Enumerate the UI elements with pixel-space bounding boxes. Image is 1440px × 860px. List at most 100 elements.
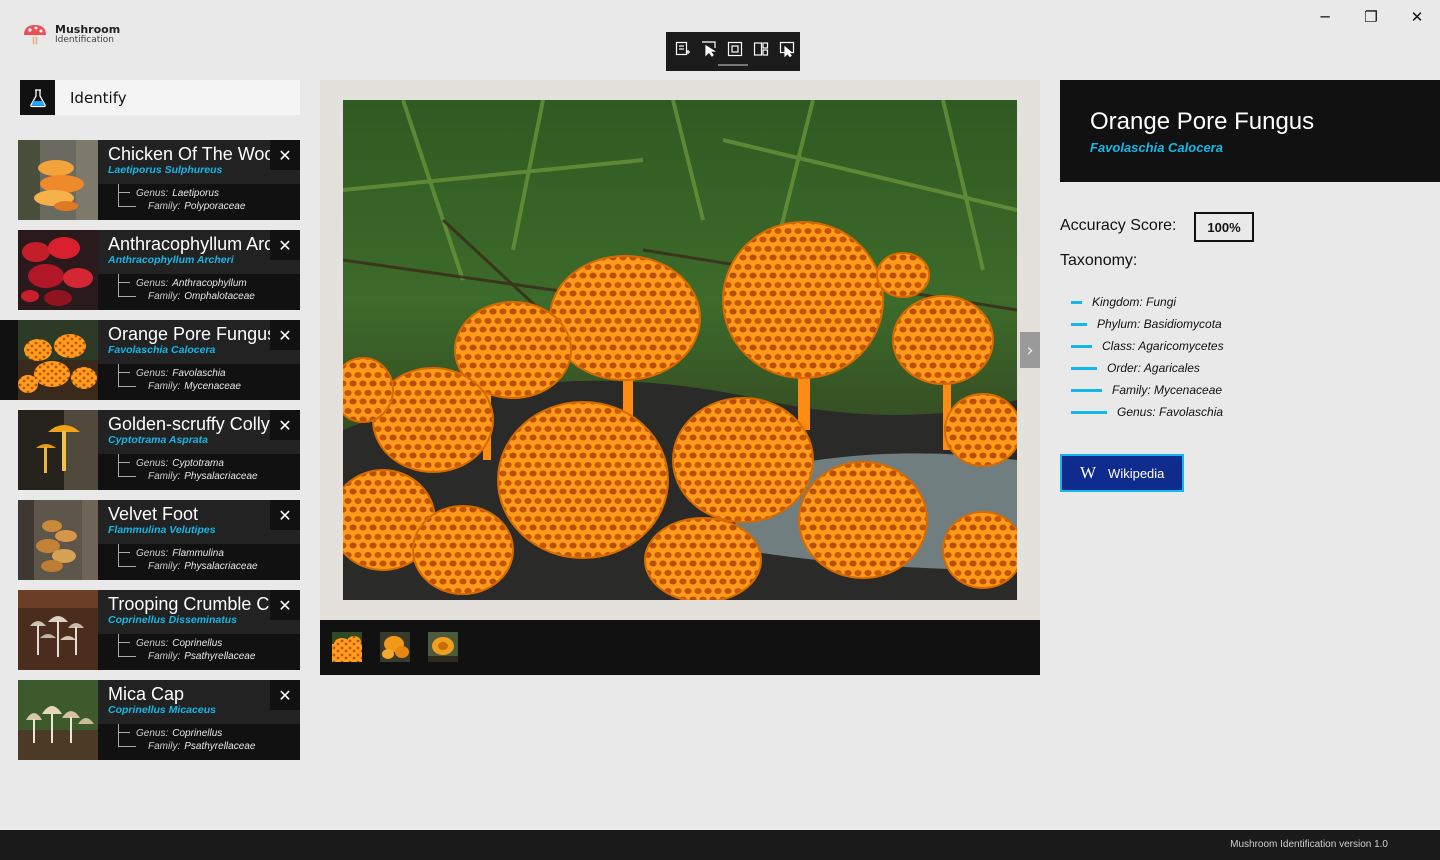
taxonomy-bar [1071, 322, 1087, 326]
taxonomy-label: Taxonomy: [1060, 252, 1138, 269]
close-window-button[interactable]: ✕ [1394, 4, 1440, 30]
wikipedia-button[interactable]: W Wikipedia [1060, 454, 1184, 492]
remove-item-button[interactable]: ✕ [270, 500, 300, 530]
genus-label: Genus: [136, 728, 169, 739]
history-item-scientific: Laetiporus Sulphureus [108, 164, 223, 176]
family-value: Physalacriaceae [184, 471, 258, 482]
remove-item-button[interactable]: ✕ [270, 680, 300, 710]
genus-label: Genus: [136, 638, 169, 649]
history-item-family: Family: Omphalotaceae [148, 291, 255, 302]
history-item[interactable]: Golden-scruffy Collybia Cyptotrama Aspra… [18, 410, 300, 490]
history-item[interactable]: Anthracophyllum Archeri Anthracophyllum … [18, 230, 300, 310]
family-value: Psathyrellaceae [184, 651, 256, 662]
family-label: Family: [148, 201, 181, 212]
genus-value: Flammulina [172, 548, 224, 559]
app-subtitle: Identification [55, 35, 115, 45]
history-item-family: Family: Polyporaceae [148, 201, 245, 212]
family-value: Polyporaceae [184, 201, 246, 212]
wikipedia-label: Wikipedia [1108, 465, 1165, 481]
maximize-button[interactable]: ❐ [1348, 4, 1394, 30]
taxonomy-phylum: Phylum: Basidiomycota [1097, 317, 1222, 331]
taxonomy-row: Phylum: Basidiomycota [1071, 317, 1222, 331]
history-item-genus: Genus: Anthracophyllum [136, 278, 247, 289]
status-bar: Mushroom Identification version 1.0 [0, 830, 1440, 860]
select-element-icon[interactable] [696, 39, 722, 59]
history-item-scientific: Flammulina Velutipes [108, 524, 216, 536]
identify-icon-box [20, 80, 55, 115]
genus-value: Coprinellus [172, 638, 223, 649]
mushroom-thumbnail [18, 140, 98, 220]
history-item-name: Mica Cap [108, 684, 185, 704]
genus-value: Cyptotrama [172, 458, 224, 469]
history-item-scientific: Cyptotrama Asprata [108, 434, 208, 446]
mushroom-thumbnail [18, 500, 98, 580]
history-item[interactable]: Chicken Of The Woods Laetiporus Sulphure… [18, 140, 300, 220]
next-image-button[interactable]: › [1020, 332, 1040, 368]
taxonomy-row: Class: Agaricomycetes [1071, 339, 1224, 353]
taxonomy-row: Order: Agaricales [1071, 361, 1200, 375]
genus-label: Genus: [136, 278, 169, 289]
taxonomy-class: Class: Agaricomycetes [1102, 339, 1224, 353]
family-value: Mycenaceae [184, 381, 241, 392]
display-layout-adorners-icon[interactable] [722, 39, 748, 59]
mushroom-logo-icon [24, 25, 46, 45]
history-item-name: Chicken Of The Woods [108, 144, 288, 164]
detail-scientific-name: Favolaschia Calocera [1090, 140, 1223, 155]
remove-item-button[interactable]: ✕ [270, 590, 300, 620]
history-item-family: Family: Psathyrellaceae [148, 741, 255, 752]
history-item-scientific: Coprinellus Micaceus [108, 704, 216, 716]
taxonomy-bar [1071, 366, 1097, 370]
accuracy-value: 100% [1194, 212, 1254, 242]
genus-value: Anthracophyllum [172, 278, 247, 289]
history-item-scientific: Favolaschia Calocera [108, 344, 216, 356]
genus-label: Genus: [136, 368, 169, 379]
photo-thumbnail-3[interactable] [428, 632, 458, 662]
genus-value: Laetiporus [172, 188, 219, 199]
family-label: Family: [148, 741, 181, 752]
identify-button[interactable]: Identify [20, 80, 300, 115]
taxonomy-bar [1071, 388, 1102, 392]
remove-item-button[interactable]: ✕ [270, 140, 300, 170]
wikipedia-icon: W [1080, 463, 1097, 482]
history-item[interactable]: Mica Cap Coprinellus Micaceus Genus: Copr… [18, 680, 300, 760]
history-item[interactable]: Trooping Crumble Cap Coprinellus Dissemi… [18, 590, 300, 670]
history-item-selected[interactable]: Orange Pore Fungus Favolaschia Calocera … [0, 320, 300, 400]
mushroom-thumbnail [18, 590, 98, 670]
family-label: Family: [148, 291, 181, 302]
remove-item-button[interactable]: ✕ [270, 230, 300, 260]
mushroom-thumbnail [18, 320, 98, 400]
debug-toolbar [666, 32, 800, 71]
image-viewer: › [320, 80, 1040, 620]
history-item-family: Family: Physalacriaceae [148, 471, 258, 482]
history-item[interactable]: Velvet Foot Flammulina Velutipes Genus: F… [18, 500, 300, 580]
history-item-genus: Genus: Flammulina [136, 548, 224, 559]
family-value: Physalacriaceae [184, 561, 258, 572]
history-item-family: Family: Mycenaceae [148, 381, 241, 392]
history-list: Chicken Of The Woods Laetiporus Sulphure… [0, 140, 300, 770]
mushroom-thumbnail [18, 680, 98, 760]
toggle-selection-icon[interactable] [774, 39, 800, 59]
minimize-button[interactable]: ─ [1302, 4, 1348, 30]
detail-common-name: Orange Pore Fungus [1090, 108, 1315, 135]
genus-label: Genus: [136, 458, 169, 469]
thumbnail-strip [320, 620, 1040, 675]
flask-icon [29, 88, 46, 107]
history-item-genus: Genus: Cyptotrama [136, 458, 224, 469]
history-item-name: Anthracophyllum Archeri [108, 234, 288, 254]
history-item-genus: Genus: Favolaschia [136, 368, 226, 379]
photo-thumbnail-1[interactable] [332, 632, 362, 662]
history-item-genus: Genus: Coprinellus [136, 728, 222, 739]
history-item-genus: Genus: Coprinellus [136, 638, 222, 649]
remove-item-button[interactable]: ✕ [270, 320, 300, 350]
remove-item-button[interactable]: ✕ [270, 410, 300, 440]
taxonomy-kingdom: Kingdom: Fungi [1092, 295, 1177, 309]
live-visual-tree-icon[interactable] [670, 39, 696, 59]
family-label: Family: [148, 381, 181, 392]
genus-label: Genus: [136, 188, 169, 199]
taxonomy-family: Family: Mycenaceae [1112, 383, 1223, 397]
photo-thumbnail-2[interactable] [380, 632, 410, 662]
toolbar-grip[interactable] [718, 64, 748, 66]
track-focus-icon[interactable] [748, 39, 774, 59]
taxonomy-genus: Genus: Favolaschia [1117, 405, 1224, 419]
taxonomy-row: Family: Mycenaceae [1071, 383, 1222, 397]
